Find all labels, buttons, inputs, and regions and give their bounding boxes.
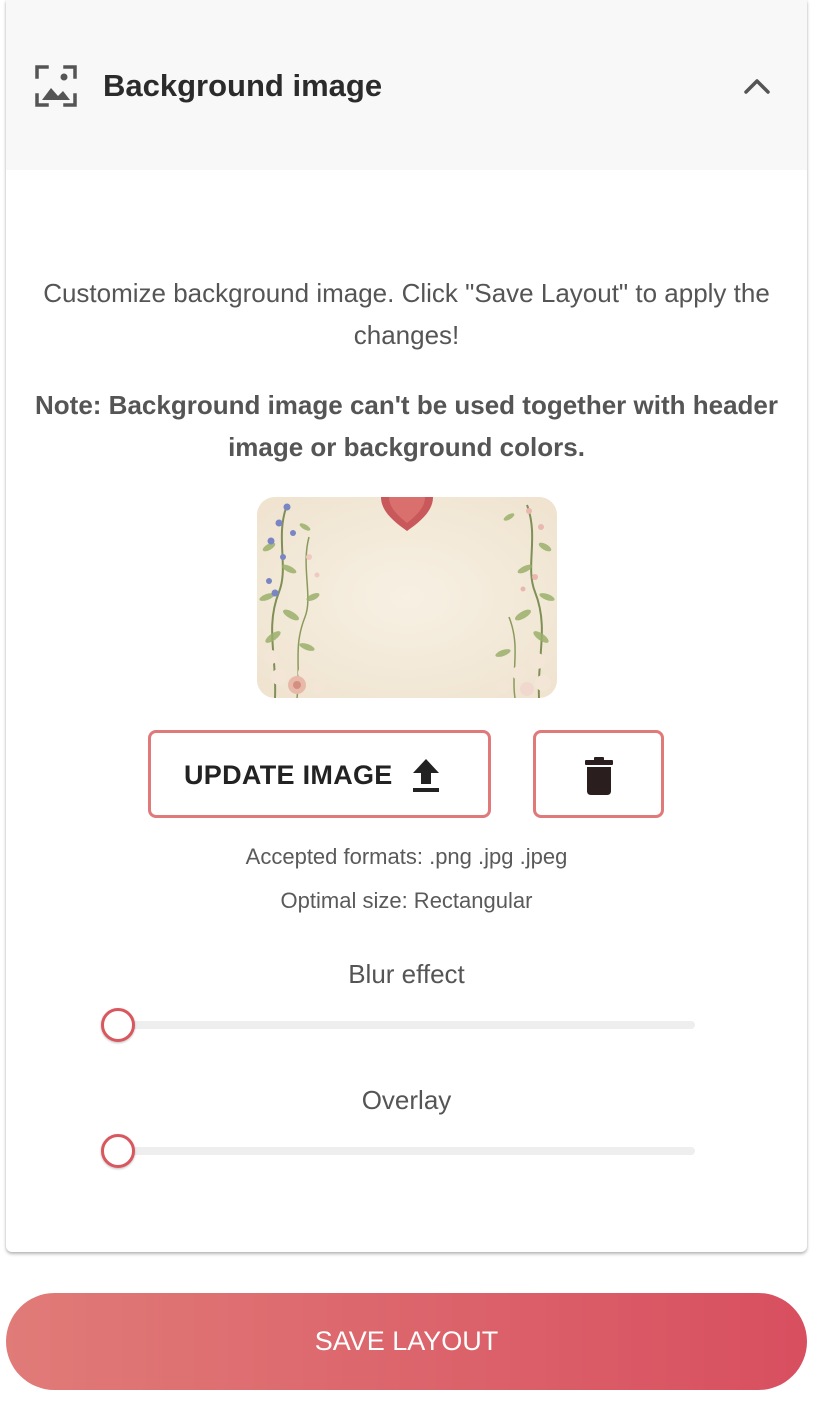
image-placeholder-icon — [35, 65, 77, 107]
upload-icon — [413, 759, 439, 792]
overlay-slider-track[interactable] — [118, 1147, 695, 1155]
section-title: Background image — [103, 68, 383, 103]
description-text: Customize background image. Click "Save … — [43, 278, 770, 350]
overlay-slider-thumb[interactable] — [101, 1134, 135, 1168]
trash-icon — [585, 757, 613, 795]
optimal-size-text: Optimal size: Rectangular — [280, 888, 533, 913]
background-image-preview — [257, 497, 557, 698]
update-image-label: UPDATE IMAGE — [184, 760, 393, 790]
background-image-card: Background image Customize background im… — [6, 0, 807, 1252]
accepted-formats-text: Accepted formats: .png .jpg .jpeg — [245, 844, 568, 869]
save-layout-button[interactable]: SAVE LAYOUT — [6, 1293, 807, 1390]
blur-effect-slider-thumb[interactable] — [101, 1008, 135, 1042]
blur-effect-label: Blur effect — [348, 959, 465, 989]
save-layout-label: SAVE LAYOUT — [314, 1326, 499, 1356]
delete-image-button[interactable] — [533, 730, 664, 818]
update-image-button[interactable]: UPDATE IMAGE — [148, 730, 491, 818]
note-text: Note: Background image can't be used tog… — [35, 390, 778, 462]
overlay-label: Overlay — [361, 1085, 452, 1115]
blur-effect-slider-track[interactable] — [118, 1021, 695, 1029]
floral-artwork — [257, 497, 557, 698]
chevron-up-icon[interactable] — [743, 74, 771, 98]
accordion-header[interactable]: Background image — [6, 0, 807, 170]
